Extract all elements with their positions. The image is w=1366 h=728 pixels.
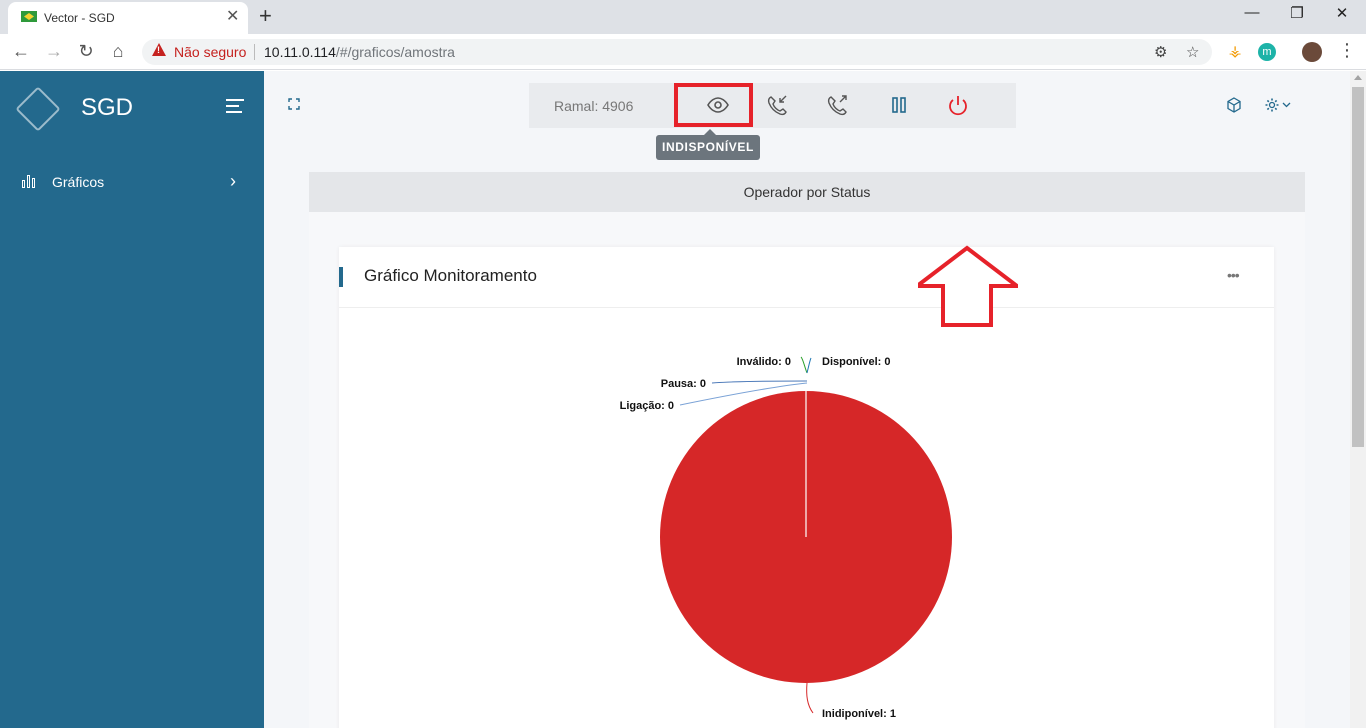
up-arrow-annotation	[918, 245, 1018, 327]
browser-menu-icon[interactable]: ⋮	[1338, 40, 1356, 61]
power-icon[interactable]	[944, 93, 972, 117]
omnibox-divider	[254, 44, 255, 60]
extension-m-icon[interactable]: m	[1258, 43, 1276, 61]
pie-chart: Inválido: 0 Disponível: 0 Pausa: 0 Ligação:…	[620, 356, 952, 720]
browser-tab[interactable]: Vector - SGD ✕	[8, 2, 248, 34]
incoming-call-icon[interactable]	[764, 93, 792, 117]
bar-chart-icon	[22, 175, 38, 188]
pie-label-disponível: Disponível: 0	[822, 356, 890, 368]
chevron-right-icon: ›	[230, 171, 236, 191]
sidebar-item-label: Gráficos	[52, 174, 105, 190]
new-tab-button[interactable]: +	[259, 4, 272, 28]
tab-close-icon[interactable]: ✕	[226, 8, 239, 26]
status-tooltip: INDISPONÍVEL	[656, 129, 760, 160]
cube-icon[interactable]	[1226, 97, 1242, 113]
url-host: 10.11.0.114	[264, 44, 336, 60]
brazil-flag-favicon-icon	[21, 11, 37, 22]
settings-gear-icon[interactable]	[1264, 97, 1294, 113]
ramal-label: Ramal: 4906	[554, 98, 634, 114]
leader-line-pausa	[711, 380, 808, 384]
scroll-thumb[interactable]	[1352, 87, 1364, 447]
leader-line-inidiponível	[806, 682, 814, 714]
tab-title: Vector - SGD	[44, 11, 115, 25]
home-icon[interactable]: ⌂	[107, 41, 129, 61]
pie-label-ligação: Ligação: 0	[620, 400, 674, 412]
back-icon[interactable]: ←	[10, 41, 32, 61]
key-extension-icon[interactable]: ⚶	[1226, 43, 1244, 61]
sgd-logo	[15, 86, 61, 132]
profile-avatar[interactable]	[1302, 42, 1322, 62]
menu-toggle-icon[interactable]	[226, 99, 244, 113]
key-icon[interactable]: ⚙	[1154, 43, 1167, 61]
window-close-icon[interactable]: ✕	[1330, 4, 1354, 22]
pause-icon[interactable]	[885, 93, 913, 117]
url-path: /#/graficos/amostra	[335, 44, 455, 60]
warning-icon	[152, 43, 166, 56]
chart-card: Gráfico Monitoramento ••• Inválido: 0 Dis…	[339, 247, 1274, 728]
page-scrollbar[interactable]	[1350, 71, 1366, 728]
forward-icon[interactable]: →	[43, 41, 65, 61]
address-bar[interactable]: Não seguro 10.11.0.114/#/graficos/amostr…	[142, 39, 1212, 65]
minimize-icon[interactable]: —	[1240, 4, 1264, 21]
bookmark-star-icon[interactable]: ☆	[1186, 43, 1199, 61]
leader-line-disponível	[806, 357, 812, 374]
pie-label-inválido: Inválido: 0	[737, 356, 791, 368]
scroll-up-arrow-icon[interactable]	[1354, 75, 1362, 80]
fullscreen-icon[interactable]	[288, 98, 300, 110]
outgoing-call-icon[interactable]	[824, 93, 852, 117]
status-panel-title: Operador por Status	[743, 184, 871, 200]
status-panel-header: Operador por Status	[309, 172, 1305, 212]
pie-label-pausa: Pausa: 0	[661, 378, 706, 390]
highlight-box	[674, 83, 753, 127]
restore-icon[interactable]: ❐	[1285, 4, 1309, 22]
browser-toolbar: ← → ↻ ⌂ Não seguro 10.11.0.114/#/grafico…	[0, 34, 1366, 70]
leader-line-inválido	[800, 356, 808, 374]
sidebar-item-graficos[interactable]: Gráficos ›	[0, 169, 264, 197]
agent-toolbar: Ramal: 4906	[529, 83, 1016, 128]
brand-name: SGD	[81, 94, 134, 121]
sidebar: SGD Gráficos ›	[0, 71, 264, 728]
main-content: Ramal: 4906 INDISPONÍVEL Operador por St…	[264, 71, 1350, 728]
reload-icon[interactable]: ↻	[75, 41, 97, 61]
pie-label-inidiponível: Inidiponível: 1	[822, 708, 896, 720]
security-indicator[interactable]: Não seguro	[174, 44, 246, 60]
url-text[interactable]: 10.11.0.114/#/graficos/amostra	[264, 44, 455, 60]
browser-tab-bar: Vector - SGD ✕ + — ❐ ✕	[0, 0, 1366, 34]
